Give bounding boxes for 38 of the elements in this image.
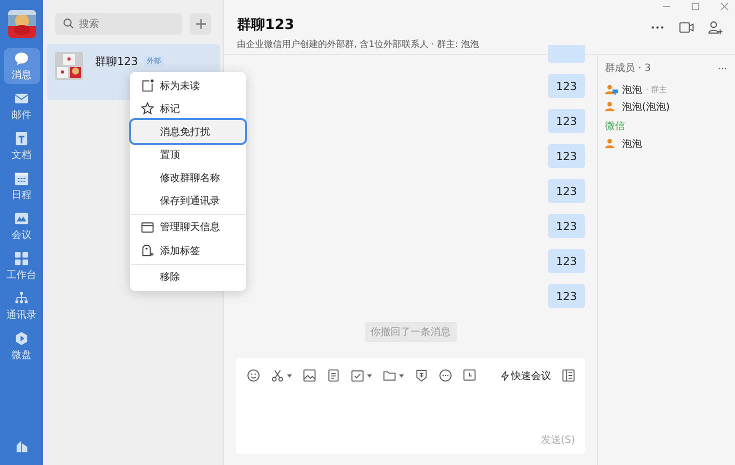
menu-item[interactable]: 修改群聊名称 — [131, 166, 245, 189]
menu-item[interactable]: 标记 — [131, 97, 245, 120]
message-bubble: 123 — [548, 249, 585, 273]
menu-item[interactable]: 消息免打扰 — [131, 120, 245, 143]
members-title: 群成员 · 3 — [605, 62, 651, 75]
quick-meeting-button[interactable]: 快速会议 — [501, 368, 551, 382]
nav-item[interactable]: 邮件 — [4, 88, 40, 124]
chat-subtitle: 由企业微信用户创建的外部群, 含1位外部联系人 · 群主: 泡泡 — [237, 38, 480, 51]
menu-item[interactable]: 保存到通讯录 — [131, 189, 245, 212]
conversation-name: 群聊123 — [95, 54, 138, 69]
member-role: · 群主 — [646, 84, 668, 95]
nav-item[interactable]: 会议 — [4, 208, 40, 244]
message-bubble: 123 — [548, 214, 585, 238]
menu-item[interactable]: 移除 — [131, 264, 245, 289]
message-bubble: 123 — [548, 74, 585, 98]
message-bubble: 123 — [548, 284, 585, 308]
message-composer[interactable]: 快速会议 发送(S) — [236, 358, 585, 454]
nav-item[interactable]: 文档 — [4, 128, 40, 164]
nav-item[interactable]: 微盘 — [4, 328, 40, 364]
member-item[interactable]: 泡泡 — [605, 135, 727, 152]
menu-item[interactable]: 添加标签 — [131, 239, 245, 262]
search-field[interactable]: 搜索 — [55, 13, 182, 35]
section-label: 微信 — [605, 120, 626, 133]
menu-item[interactable]: 置顶 — [131, 143, 245, 166]
member-name: 泡泡 — [622, 84, 642, 96]
message-bubble: 123 — [548, 179, 585, 203]
message-bubble: 123 — [548, 144, 585, 168]
system-notice: 你撤回了一条消息 — [364, 322, 456, 342]
menu-item[interactable]: 管理聊天信息 — [131, 214, 245, 239]
chat-title: 群聊123 — [237, 16, 296, 34]
nav-item[interactable]: 通讯录 — [4, 288, 40, 324]
message-bubble: 123 — [548, 109, 585, 133]
member-name: 泡泡(泡泡) — [622, 100, 670, 114]
nav-item[interactable]: 日程 — [4, 168, 40, 204]
member-item[interactable]: 泡泡(泡泡) — [605, 98, 727, 115]
nav-item[interactable]: 工作台 — [4, 248, 40, 284]
member-item[interactable]: 泡泡 · 群主 — [605, 81, 727, 98]
member-name: 泡泡 — [622, 138, 642, 150]
